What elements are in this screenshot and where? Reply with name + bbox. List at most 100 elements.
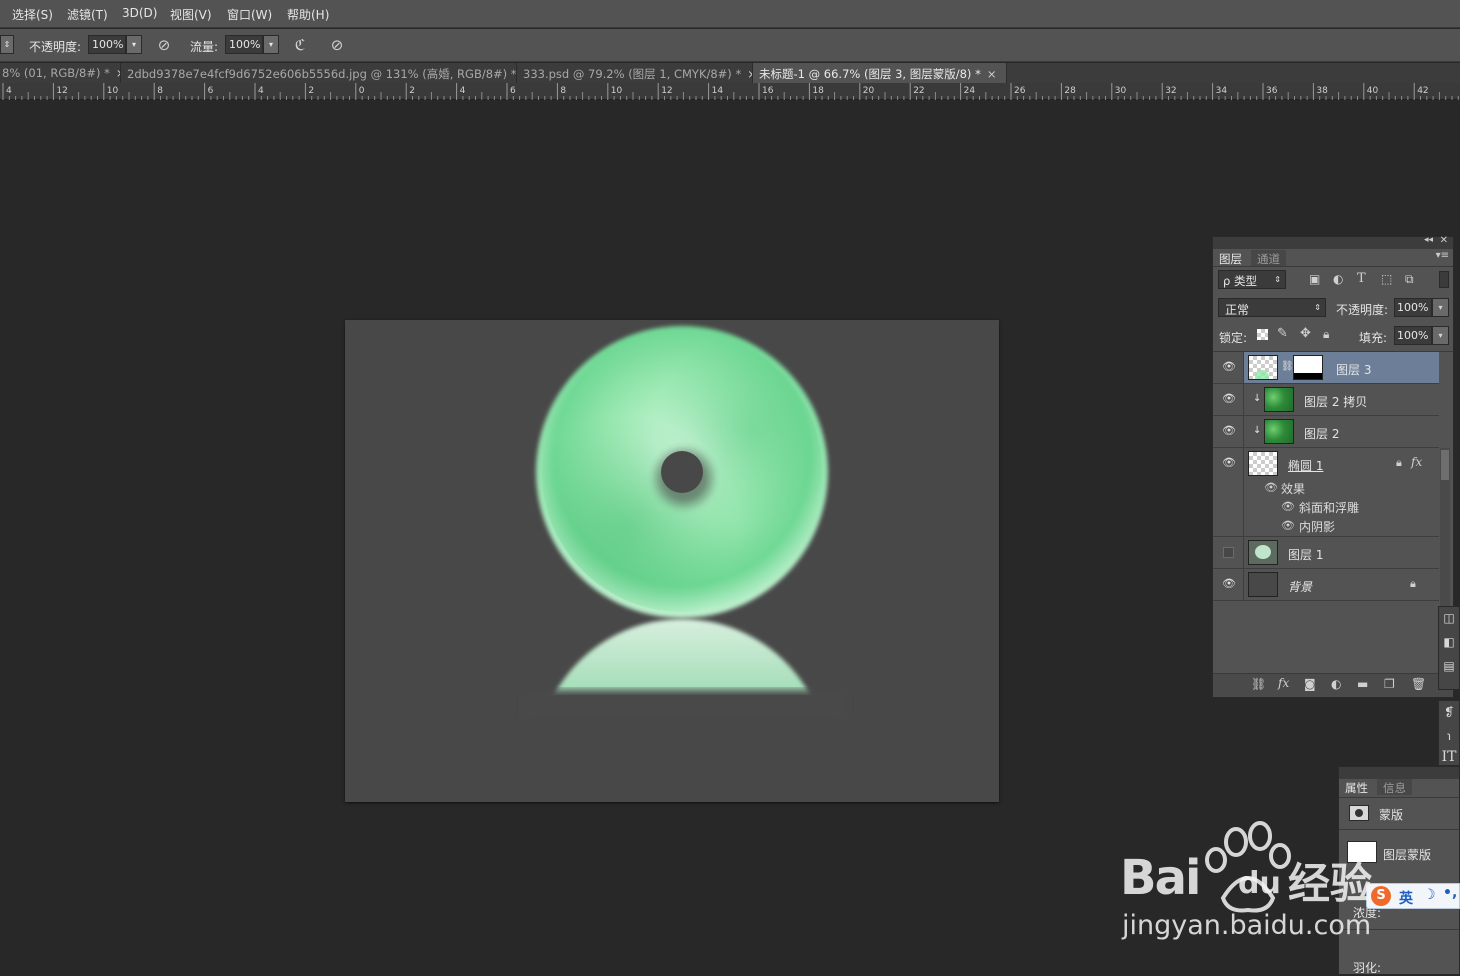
- layer-name[interactable]: 图层 2: [1304, 425, 1339, 442]
- layer-name[interactable]: 椭圆 1: [1288, 457, 1323, 474]
- eye-icon[interactable]: 👁︎: [1281, 500, 1295, 513]
- effect-inner-shadow[interactable]: 内阴影: [1299, 518, 1335, 535]
- menu-help[interactable]: 帮助(H): [287, 6, 329, 23]
- tab-channels[interactable]: 通道: [1251, 250, 1286, 266]
- filter-type-select[interactable]: ρ 类型 ⇕: [1218, 270, 1286, 289]
- link-layers-icon[interactable]: ⛓︎: [1251, 677, 1266, 691]
- smart-object-filter-icon[interactable]: ⧉: [1405, 272, 1414, 287]
- lock-pixels-icon[interactable]: ✎: [1277, 326, 1288, 341]
- panel-header[interactable]: ◂◂ ✕: [1213, 235, 1453, 249]
- tab-info[interactable]: 信息: [1377, 779, 1412, 795]
- new-layer-icon[interactable]: ❐: [1384, 677, 1395, 691]
- image-filter-icon[interactable]: ▣: [1309, 272, 1320, 286]
- eye-icon[interactable]: 👁︎: [1222, 457, 1236, 468]
- menu-3d[interactable]: 3D(D): [122, 6, 157, 20]
- pressure-opacity-icon[interactable]: ⊘: [154, 36, 174, 54]
- delete-layer-icon[interactable]: 🗑︎: [1411, 677, 1426, 691]
- doc-tab[interactable]: 8% (01, RGB/8#) *×: [0, 63, 121, 83]
- eye-icon[interactable]: 👁︎: [1281, 519, 1295, 532]
- halfwidth-moon-icon[interactable]: ☽: [1423, 887, 1436, 903]
- visibility-toggle[interactable]: 👁︎: [1213, 384, 1244, 415]
- horizontal-ruler[interactable]: 4 12 10 8 6 4 2 0 2 4 6 8 10 12 14 16 18 20 22 24 26 28 30 32 34…: [0, 83, 1460, 100]
- lock-position-icon[interactable]: ✥: [1300, 326, 1311, 341]
- lock-transparent-icon[interactable]: [1257, 329, 1268, 340]
- document-canvas[interactable]: [345, 320, 999, 802]
- brush-preset-stepper[interactable]: ⇕: [0, 35, 14, 54]
- flow-field[interactable]: 100%: [225, 35, 263, 54]
- layer-row-layer2-copy[interactable]: 👁︎ ↓ 图层 2 拷贝: [1213, 384, 1439, 416]
- blend-mode-select[interactable]: 正常 ⇕: [1218, 298, 1326, 317]
- eye-icon[interactable]: 👁︎: [1222, 361, 1236, 372]
- paragraph-icon[interactable]: ❡: [1439, 705, 1459, 719]
- visibility-toggle[interactable]: 👁︎: [1213, 352, 1244, 383]
- pressure-size-icon[interactable]: ⊘: [327, 36, 347, 54]
- panel-icon[interactable]: ◧: [1439, 635, 1459, 649]
- eye-icon[interactable]: 👁︎: [1222, 393, 1236, 404]
- character-icon[interactable]: ℩: [1439, 729, 1459, 743]
- close-icon[interactable]: ✕: [1440, 235, 1448, 246]
- menu-view[interactable]: 视图(V): [170, 6, 212, 23]
- visibility-toggle[interactable]: 👁︎: [1213, 569, 1244, 600]
- punctuation-icon[interactable]: •,: [1443, 885, 1457, 901]
- type-filter-icon[interactable]: T: [1357, 271, 1366, 286]
- new-group-icon[interactable]: ▬: [1357, 677, 1368, 691]
- tab-layers[interactable]: 图层: [1213, 250, 1248, 266]
- fx-icon[interactable]: fx: [1411, 455, 1422, 469]
- collapsed-panel-strip[interactable]: ◫ ◧ ▤: [1438, 606, 1460, 690]
- layer-mask-label[interactable]: 图层蒙版: [1383, 846, 1431, 863]
- close-icon[interactable]: ×: [987, 67, 997, 81]
- add-style-icon[interactable]: fx: [1278, 676, 1289, 690]
- layer-name[interactable]: 图层 1: [1288, 546, 1323, 563]
- eye-icon[interactable]: 👁︎: [1264, 481, 1278, 494]
- sogou-logo-icon[interactable]: S: [1371, 886, 1391, 906]
- adjustment-filter-icon[interactable]: ◐: [1333, 272, 1343, 286]
- visibility-toggle[interactable]: 👁︎: [1213, 448, 1244, 536]
- lock-all-icon[interactable]: 🔒︎: [1323, 327, 1329, 342]
- eye-icon[interactable]: 👁︎: [1222, 578, 1236, 589]
- panel-icon[interactable]: ◫: [1439, 611, 1459, 625]
- panel-menu-icon[interactable]: ▾≡: [1436, 250, 1449, 261]
- flow-dropdown[interactable]: ▾: [263, 35, 279, 54]
- ime-toolbar[interactable]: S 英 ☽ •,: [1366, 883, 1460, 909]
- menu-filter[interactable]: 滤镜(T): [67, 6, 108, 23]
- collapse-icon[interactable]: ◂◂: [1424, 235, 1433, 245]
- layer-mask-thumbnail[interactable]: [1347, 841, 1377, 863]
- fill-dropdown[interactable]: ▾: [1432, 326, 1449, 345]
- eye-icon[interactable]: 👁︎: [1222, 425, 1236, 436]
- layer-row-layer3[interactable]: 👁︎ ⛓︎ 图层 3: [1213, 352, 1439, 384]
- shape-filter-icon[interactable]: ⬚: [1381, 272, 1392, 286]
- layer-row-ellipse1[interactable]: 👁︎ 椭圆 1 🔒︎ fx 👁︎ 效果 👁︎ 斜面和浮雕 👁︎ 内阴影: [1213, 448, 1439, 537]
- add-mask-icon[interactable]: ◙: [1304, 677, 1316, 691]
- airbrush-icon[interactable]: ℭ: [290, 36, 310, 54]
- doc-tab[interactable]: 2dbd9378e7e4fcf9d6752e606b5556d.jpg @ 13…: [121, 63, 517, 83]
- doc-tab-active[interactable]: 未标题-1 @ 66.7% (图层 3, 图层蒙版/8) * ×: [753, 63, 1007, 83]
- opacity-dropdown[interactable]: ▾: [126, 35, 142, 54]
- layer-row-layer1[interactable]: 图层 1: [1213, 537, 1439, 569]
- menu-window[interactable]: 窗口(W): [227, 6, 272, 23]
- collapsed-panel-strip-2[interactable]: ❡ ℩ IT: [1438, 700, 1460, 766]
- doc-tab[interactable]: 333.psd @ 79.2% (图层 1, CMYK/8#) *×: [517, 63, 753, 83]
- link-icon[interactable]: ⛓︎: [1281, 361, 1294, 372]
- layer-name[interactable]: 背景: [1288, 578, 1312, 595]
- layer-row-background[interactable]: 👁︎ 背景 🔒︎: [1213, 569, 1439, 601]
- layer-name[interactable]: 图层 2 拷贝: [1304, 393, 1367, 410]
- mask-thumbnail[interactable]: [1293, 355, 1323, 380]
- layer-opacity-field[interactable]: 100%: [1394, 298, 1432, 317]
- effect-bevel-emboss[interactable]: 斜面和浮雕: [1299, 499, 1359, 516]
- fill-field[interactable]: 100%: [1394, 326, 1432, 345]
- ime-mode-label[interactable]: 英: [1399, 888, 1413, 908]
- adjustment-layer-icon[interactable]: ◐: [1331, 677, 1341, 691]
- layer-opacity-dropdown[interactable]: ▾: [1432, 298, 1449, 317]
- hidden-box-icon[interactable]: [1223, 547, 1234, 558]
- visibility-toggle[interactable]: [1213, 537, 1244, 568]
- layer-name[interactable]: 图层 3: [1336, 361, 1371, 378]
- type-icon[interactable]: IT: [1439, 749, 1459, 765]
- effects-label[interactable]: 效果: [1281, 480, 1305, 497]
- filter-toggle[interactable]: [1439, 271, 1449, 288]
- visibility-toggle[interactable]: 👁︎: [1213, 416, 1244, 447]
- panel-icon[interactable]: ▤: [1439, 659, 1459, 673]
- tab-properties[interactable]: 属性: [1339, 779, 1374, 795]
- menu-select[interactable]: 选择(S): [12, 6, 53, 23]
- opacity-field[interactable]: 100%: [88, 35, 126, 54]
- panel-header[interactable]: [1339, 767, 1459, 779]
